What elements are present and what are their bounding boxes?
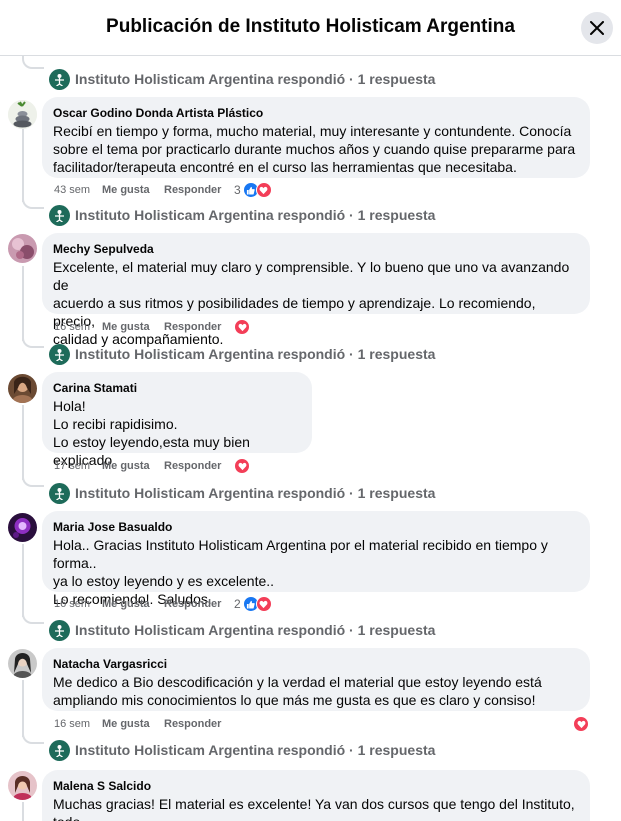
avatar[interactable] [8,771,37,800]
comment-actions: 16 sem Me gusta Responder 2 [54,596,272,612]
page-logo-icon [49,68,70,90]
comment-text: Recibí en tiempo y forma, mucho material… [53,123,576,175]
love-reaction-icon [573,716,589,732]
comment-author[interactable]: Maria Jose Basualdo [53,519,578,535]
replies-summary: Instituto Holisticam Argentina respondió… [75,622,436,638]
reply-button[interactable]: Responder [164,718,234,730]
thread-connector [22,56,44,69]
replies-link[interactable]: Instituto Holisticam Argentina respondió… [49,482,435,504]
reply-button[interactable]: Responder [164,460,234,472]
comment-actions: 16 sem Me gusta Responder [54,716,589,732]
thread-line [22,129,24,202]
reply-button[interactable]: Responder [164,598,234,610]
comment-time[interactable]: 17 sem [54,460,102,472]
avatar[interactable] [8,374,37,403]
avatar[interactable] [8,649,37,678]
thread-line [22,405,24,480]
reactions[interactable] [573,716,589,732]
comment-time[interactable]: 16 sem [54,718,102,730]
thread-line [22,266,24,341]
comment-time[interactable]: 43 sem [54,184,102,196]
avatar[interactable] [8,100,37,129]
reactions[interactable] [234,458,250,474]
thread-line [22,802,24,821]
love-reaction-icon [255,596,272,612]
comment-author[interactable]: Malena S Salcido [53,778,578,794]
comment-bubble: Maria Jose Basualdo Hola.. Gracias Insti… [42,511,590,607]
reactions[interactable] [234,319,250,335]
reply-button[interactable]: Responder [164,184,234,196]
like-button[interactable]: Me gusta [102,718,164,730]
comments-list: Instituto Holisticam Argentina respondió… [0,56,621,821]
like-button[interactable]: Me gusta [102,321,164,333]
comment-bubble: Natacha Vargasricci Me dedico a Bio desc… [42,648,590,711]
comment-bubble: Carina Stamati Hola! Lo recibi rapidisim… [42,372,312,468]
reactions[interactable]: 2 [234,596,272,612]
replies-summary: Instituto Holisticam Argentina respondió… [75,742,436,758]
like-button[interactable]: Me gusta [102,184,164,196]
page-logo-icon [49,619,70,641]
comment-bubble: Mechy Sepulveda Excelente, el material m… [42,233,590,347]
thread-connector [22,611,44,624]
like-button[interactable]: Me gusta [102,598,164,610]
close-icon [590,21,604,35]
replies-link[interactable]: Instituto Holisticam Argentina respondió… [49,204,435,226]
reply-button[interactable]: Responder [164,321,234,333]
comment-author[interactable]: Oscar Godino Donda Artista Plástico [53,105,578,121]
thread-connector [22,731,44,744]
avatar[interactable] [8,234,37,263]
love-reaction-icon [234,458,250,474]
like-button[interactable]: Me gusta [102,460,164,472]
reactions[interactable]: 3 [234,182,272,198]
replies-link[interactable]: Instituto Holisticam Argentina respondió… [49,68,435,90]
thread-line [22,680,24,737]
comment-text: Me dedico a Bio descodificación y la ver… [53,674,542,708]
dialog-title: Publicación de Instituto Holisticam Arge… [106,16,515,37]
comment-actions: 16 sem Me gusta Responder [54,319,250,335]
page-logo-icon [49,343,70,365]
replies-link[interactable]: Instituto Holisticam Argentina respondió… [49,343,435,365]
thread-connector [22,335,44,348]
replies-summary: Instituto Holisticam Argentina respondió… [75,346,436,362]
page-logo-icon [49,204,70,226]
thread-line [22,544,24,617]
comment-text: Muchas gracias! El material es excelente… [53,796,575,821]
comment-author[interactable]: Carina Stamati [53,380,300,396]
avatar[interactable] [8,513,37,542]
thread-connector [22,196,44,209]
comment-author[interactable]: Natacha Vargasricci [53,656,578,672]
close-button[interactable] [581,12,613,44]
comment-actions: 43 sem Me gusta Responder 3 [54,182,272,198]
replies-link[interactable]: Instituto Holisticam Argentina respondió… [49,739,435,761]
comment-author[interactable]: Mechy Sepulveda [53,241,578,257]
thread-connector [22,474,44,487]
replies-link[interactable]: Instituto Holisticam Argentina respondió… [49,619,435,641]
reaction-count: 3 [234,183,241,197]
love-reaction-icon [255,182,272,198]
replies-summary: Instituto Holisticam Argentina respondió… [75,485,436,501]
page-logo-icon [49,482,70,504]
dialog-header: Publicación de Instituto Holisticam Arge… [0,0,621,56]
replies-summary: Instituto Holisticam Argentina respondió… [75,207,436,223]
reaction-count: 2 [234,597,241,611]
comment-time[interactable]: 16 sem [54,321,102,333]
comment-bubble: Malena S Salcido Muchas gracias! El mate… [42,770,590,821]
comment-actions: 17 sem Me gusta Responder [54,458,250,474]
comment-bubble: Oscar Godino Donda Artista Plástico Reci… [42,97,590,178]
page-logo-icon [49,739,70,761]
love-reaction-icon [234,319,250,335]
comment-time[interactable]: 16 sem [54,598,102,610]
replies-summary: Instituto Holisticam Argentina respondió… [75,71,436,87]
